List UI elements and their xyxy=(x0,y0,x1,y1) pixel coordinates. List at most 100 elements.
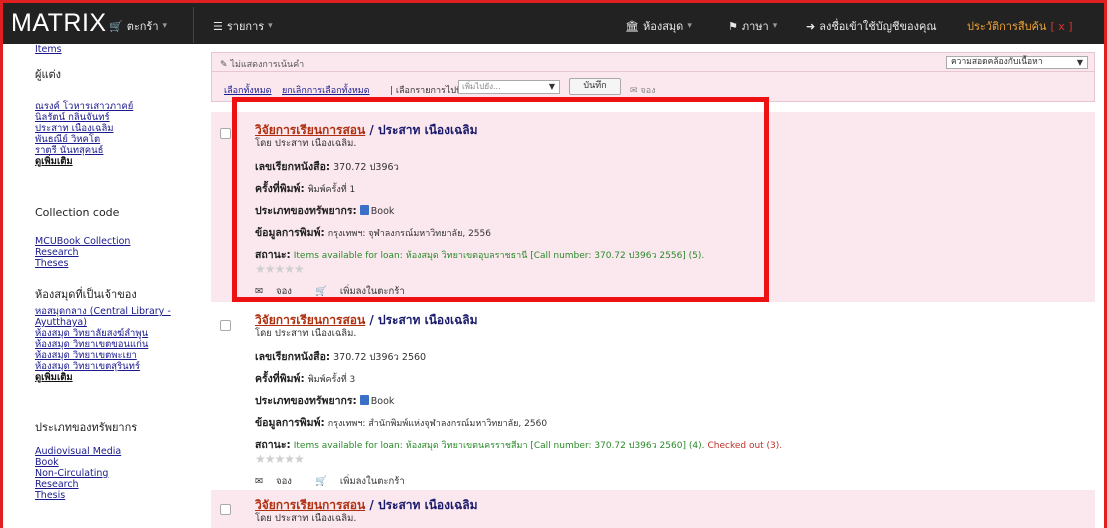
unhighlight-link[interactable]: ✎ ไม่แสดงการเน้นคำ xyxy=(220,57,304,71)
chevron-down-icon: ▾ xyxy=(772,21,778,31)
clear-history-button[interactable]: [ x ] xyxy=(1050,20,1072,33)
facets-sidebar: Items ผู้แต่ง ณรงค์ โวหารเสาวภาคย์ นิลรั… xyxy=(3,44,196,528)
result-callno: เลขเรียกหนังสือ: 370.72 ป396ว xyxy=(255,158,399,175)
rating-stars[interactable]: ★★★★★ xyxy=(255,452,305,466)
brand-logo[interactable]: MATRIX xyxy=(3,9,106,38)
facet-author-item[interactable]: พันธณีย์ วิหคโต xyxy=(35,134,133,145)
place-hold-link[interactable]: ✉ จอง xyxy=(255,476,302,487)
result-checkbox[interactable] xyxy=(220,320,231,331)
hold-selected-link[interactable]: ✉ จอง xyxy=(630,83,656,97)
library-menu[interactable]: 🏛 ห้องสมุด ▾ xyxy=(625,17,692,35)
library-icon: 🏛 xyxy=(625,19,639,33)
title-link[interactable]: วิจัยการเรียนการสอน xyxy=(255,498,365,512)
cart-icon: 🛒 xyxy=(314,286,327,297)
hold-icon: ✉ xyxy=(630,86,638,96)
facet-holding-item[interactable]: ห้องสมุด วิทยาเขตสุรินทร์ xyxy=(35,361,185,372)
lists-menu[interactable]: ☰ รายการ ▾ xyxy=(213,17,273,35)
pub-value: กรุงเทพฯ: สำนักพิมพ์แห่งจุฬาลงกรณ์มหาวิท… xyxy=(327,419,548,429)
edition-label: ครั้งที่พิมพ์: xyxy=(255,373,305,385)
search-history-link[interactable]: ประวัติการสืบค้น [ x ] xyxy=(967,17,1073,35)
callno-value: 370.72 ป396ว 2560 xyxy=(333,352,427,363)
facet-collection-item[interactable]: MCUBook Collection xyxy=(35,236,130,247)
cart-icon: 🛒 xyxy=(109,19,123,33)
callno-label: เลขเรียกหนังสือ: xyxy=(255,161,331,173)
result-itype: ประเภทของทรัพยากร: Book xyxy=(255,392,394,409)
result-checkbox[interactable] xyxy=(220,504,231,515)
lists-label: รายการ xyxy=(226,20,265,33)
title-link[interactable]: วิจัยการเรียนการสอน xyxy=(255,123,365,137)
edition-label: ครั้งที่พิมพ์: xyxy=(255,183,305,195)
selection-toolbar: เลือกทั้งหมด ยกเลิกการเลือกทั้งหมด | เลื… xyxy=(211,72,1095,102)
facet-collection-list: MCUBook Collection Research Theses xyxy=(35,236,130,269)
status-checked-out: Checked out (3). xyxy=(707,441,783,451)
facet-collection-item[interactable]: Research xyxy=(35,247,130,258)
search-history-label: ประวัติการสืบค้น xyxy=(967,20,1047,33)
select-all-link[interactable]: เลือกทั้งหมด xyxy=(224,83,271,97)
cart-label: ตะกร้า xyxy=(126,20,159,33)
cart-action-label: เพิ่มลงในตะกร้า xyxy=(339,286,405,297)
title-author: / ประสาท เนืองเฉลิม xyxy=(365,123,478,137)
login-label: ลงชื่อเข้าใช้บัญชีของคุณ xyxy=(819,20,937,33)
add-to-cart-link[interactable]: 🛒 เพิ่มลงในตะกร้า xyxy=(315,286,415,297)
add-to-cart-link[interactable]: 🛒 เพิ่มลงในตะกร้า xyxy=(315,476,415,487)
result-by: โดย ประสาท เนืองเฉลิม. xyxy=(255,513,357,524)
facet-holding-item[interactable]: ห้องสมุด วิทยาเขตขอนแก่น xyxy=(35,339,185,350)
facet-holding-item[interactable]: ห้องสมุด วิทยาลัยสงฆ์ลำพูน xyxy=(35,328,185,339)
title-author: / ประสาท เนืองเฉลิม xyxy=(365,498,478,512)
hold-label: จอง xyxy=(640,86,656,96)
book-icon xyxy=(359,205,369,215)
facet-itype-item[interactable]: Thesis xyxy=(35,490,121,501)
facet-items-link[interactable]: Items xyxy=(35,44,62,55)
result-by: โดย ประสาท เนืองเฉลิม. xyxy=(255,328,357,339)
hold-icon: ✉ xyxy=(255,476,263,487)
title-author: / ประสาท เนืองเฉลิม xyxy=(365,313,478,327)
result-by: โดย ประสาท เนืองเฉลิม. xyxy=(255,138,357,149)
rating-stars[interactable]: ★★★★★ xyxy=(255,262,305,276)
facet-author-item[interactable]: ณรงค์ โวหารเสาวภาคย์ xyxy=(35,101,133,112)
sort-select[interactable]: ความสอดคล้องกับเนื้อหา ▼ xyxy=(946,56,1088,69)
facet-authors-list: ณรงค์ โวหารเสาวภาคย์ นิลรัตน์ กลิ่นจันทร… xyxy=(35,101,133,167)
login-link[interactable]: ➜ ลงชื่อเข้าใช้บัญชีของคุณ xyxy=(806,17,937,35)
facet-authors-more[interactable]: ดูเพิ่มเติม xyxy=(35,156,133,167)
result-item: วิจัยการเรียนการสอน / ประสาท เนืองเฉลิม … xyxy=(211,490,1095,528)
facet-holding-item[interactable]: หอสมุดกลาง (Central Library - Ayutthaya) xyxy=(35,306,185,328)
facet-itype-item[interactable]: Research xyxy=(35,479,121,490)
result-pub: ข้อมูลการพิมพ์: กรุงเทพฯ: จุฬาลงกรณ์มหาว… xyxy=(255,224,491,241)
facet-holding-more[interactable]: ดูเพิ่มเติม xyxy=(35,372,185,383)
facet-holding-item[interactable]: ห้องสมุด วิทยาเขตพะเยา xyxy=(35,350,185,361)
cart-menu[interactable]: 🛒 ตะกร้า ▾ xyxy=(109,17,167,35)
facet-author-item[interactable]: นิลรัตน์ กลิ่นจันทร์ xyxy=(35,112,133,123)
facet-itype-item[interactable]: Non-Circulating xyxy=(35,468,121,479)
unhighlight-label: ไม่แสดงการเน้นคำ xyxy=(230,60,305,70)
facet-itype-item[interactable]: Book xyxy=(35,457,121,468)
status-label: สถานะ: xyxy=(255,249,291,261)
chevron-down-icon: ▾ xyxy=(687,21,692,31)
selected-to-text: เลือกรายการไปที่: xyxy=(395,86,466,96)
result-item: วิจัยการเรียนการสอน / ประสาท เนืองเฉลิม … xyxy=(211,306,1095,488)
result-edition: ครั้งที่พิมพ์: พิมพ์ครั้งที่ 1 xyxy=(255,180,355,197)
result-status: สถานะ: Items available for loan: ห้องสมุ… xyxy=(255,246,704,263)
result-edition: ครั้งที่พิมพ์: พิมพ์ครั้งที่ 3 xyxy=(255,370,355,387)
cart-icon: 🛒 xyxy=(314,476,327,487)
add-to-select[interactable]: เพิ่มไปยัง... ▼ xyxy=(458,80,560,94)
hold-icon: ✉ xyxy=(255,286,263,297)
facet-authors-heading: ผู้แต่ง xyxy=(35,68,62,81)
result-checkbox[interactable] xyxy=(220,128,231,139)
title-link[interactable]: วิจัยการเรียนการสอน xyxy=(255,313,365,327)
facet-collection-item[interactable]: Theses xyxy=(35,258,130,269)
divider xyxy=(193,7,194,43)
pub-value: กรุงเทพฯ: จุฬาลงกรณ์มหาวิทยาลัย, 2556 xyxy=(327,229,491,239)
language-menu[interactable]: ⚑ ภาษา ▾ xyxy=(728,17,777,35)
callno-label: เลขเรียกหนังสือ: xyxy=(255,351,331,363)
save-button[interactable]: บันทึก xyxy=(569,78,621,95)
place-hold-link[interactable]: ✉ จอง xyxy=(255,286,302,297)
pencil-icon: ✎ xyxy=(220,60,228,70)
facet-itype-item[interactable]: Audiovisual Media xyxy=(35,446,121,457)
add-to-placeholder: เพิ่มไปยัง... xyxy=(462,82,501,91)
book-icon xyxy=(359,395,369,405)
facet-author-item[interactable]: ประสาท เนืองเฉลิม xyxy=(35,123,133,134)
clear-all-link[interactable]: ยกเลิกการเลือกทั้งหมด xyxy=(282,83,370,97)
facet-author-item[interactable]: ราตรี นันทสุคนธ์ xyxy=(35,145,133,156)
chevron-down-icon: ▾ xyxy=(162,21,168,31)
library-label: ห้องสมุด xyxy=(642,20,684,33)
